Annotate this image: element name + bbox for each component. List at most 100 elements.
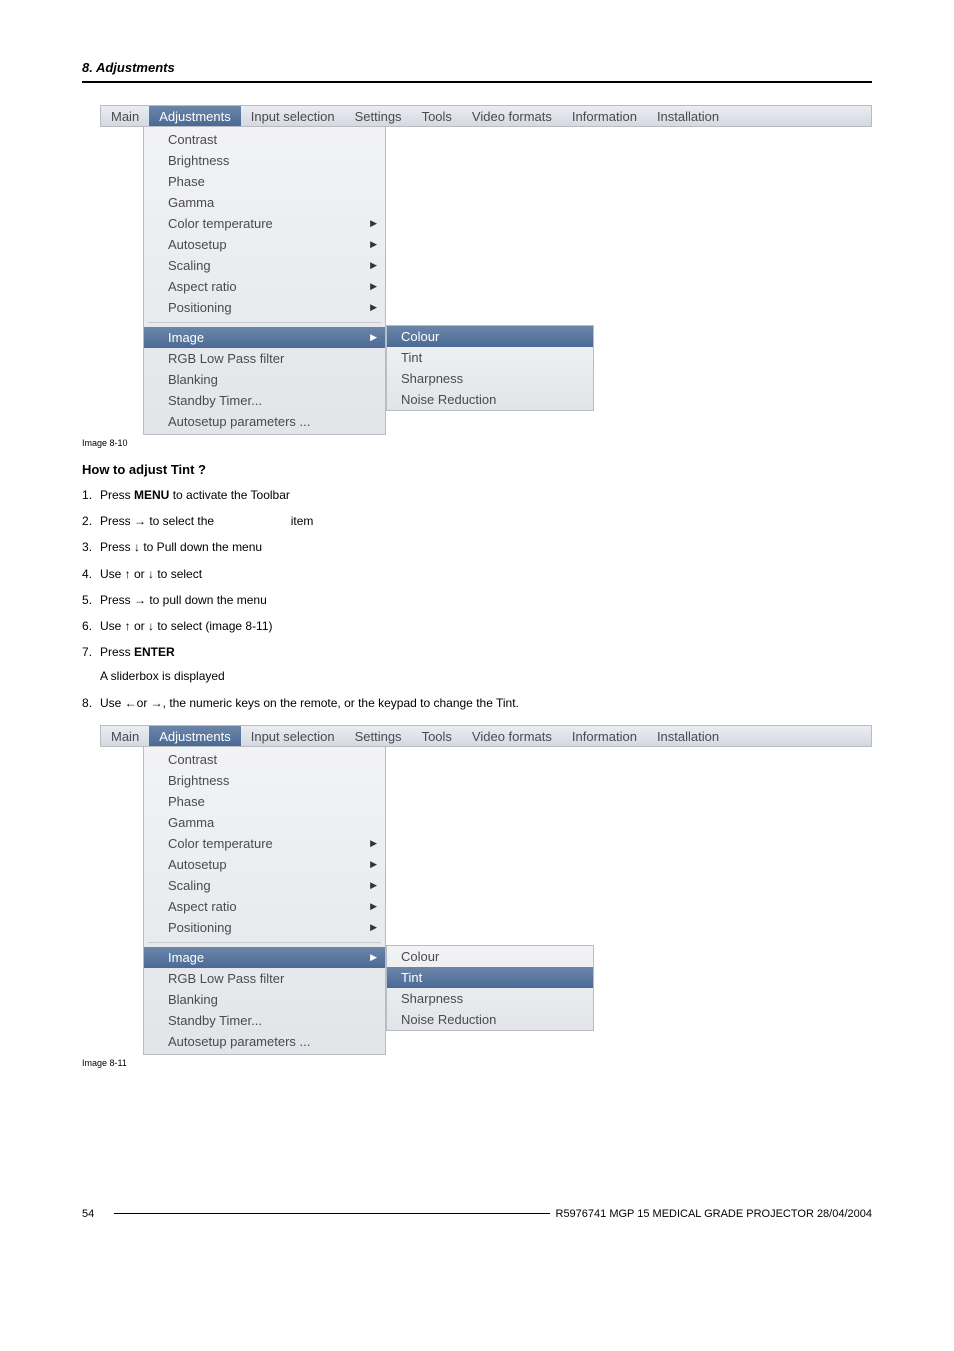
dd-label: Color temperature xyxy=(168,216,273,231)
dd-label: Positioning xyxy=(168,300,232,315)
header-rule xyxy=(82,81,872,83)
menubar-item-main[interactable]: Main xyxy=(101,106,149,126)
dd-image[interactable]: Image▶ xyxy=(144,327,385,348)
dd-phase[interactable]: Phase xyxy=(144,791,385,812)
submenu-arrow-icon: ▶ xyxy=(370,218,377,229)
menubar-item-input-selection[interactable]: Input selection xyxy=(241,106,345,126)
dd-gamma[interactable]: Gamma xyxy=(144,812,385,833)
sm-sharpness[interactable]: Sharpness xyxy=(387,988,593,1009)
sm-label: Sharpness xyxy=(401,991,463,1006)
sm-sharpness[interactable]: Sharpness xyxy=(387,368,593,389)
dd-rgb-low-pass[interactable]: RGB Low Pass filter xyxy=(144,348,385,369)
dd-standby-timer[interactable]: Standby Timer... xyxy=(144,390,385,411)
step-bold: MENU xyxy=(134,488,169,502)
menu-separator xyxy=(148,942,381,943)
dd-label: Image xyxy=(168,330,204,345)
menubar-item-adjustments[interactable]: Adjustments xyxy=(149,726,241,746)
dd-aspect-ratio[interactable]: Aspect ratio ▶ xyxy=(144,276,385,297)
menubar-item-input-selection[interactable]: Input selection xyxy=(241,726,345,746)
sm-label: Noise Reduction xyxy=(401,392,496,407)
dd-aspect-ratio[interactable]: Aspect ratio▶ xyxy=(144,896,385,917)
dd-positioning[interactable]: Positioning▶ xyxy=(144,297,385,318)
menubar-item-adjustments[interactable]: Adjustments xyxy=(149,106,241,126)
dd-contrast[interactable]: Contrast xyxy=(144,129,385,150)
dd-brightness[interactable]: Brightness xyxy=(144,150,385,171)
menubar-item-video-formats[interactable]: Video formats xyxy=(462,726,562,746)
dd-gamma[interactable]: Gamma xyxy=(144,192,385,213)
menubar-item-installation[interactable]: Installation xyxy=(647,726,729,746)
menubar-item-settings[interactable]: Settings xyxy=(345,726,412,746)
sm-tint[interactable]: Tint xyxy=(387,967,593,988)
dd-label: Autosetup xyxy=(168,857,227,872)
dd-scaling[interactable]: Scaling ▶ xyxy=(144,255,385,276)
menubar-item-main[interactable]: Main xyxy=(101,726,149,746)
sm-label: Noise Reduction xyxy=(401,1012,496,1027)
step-6: Use ↑ or ↓ to select (image 8-11) xyxy=(82,618,872,634)
sm-label: Tint xyxy=(401,350,422,365)
menubar-item-tools[interactable]: Tools xyxy=(412,726,462,746)
sm-label: Colour xyxy=(401,949,439,964)
submenu-arrow-icon: ▶ xyxy=(370,281,377,292)
step-7: Press ENTER A sliderbox is displayed xyxy=(82,644,872,684)
dd-color-temperature[interactable]: Color temperature▶ xyxy=(144,833,385,854)
step-text: to activate the Toolbar xyxy=(169,488,290,502)
dd-image[interactable]: Image▶ xyxy=(144,947,385,968)
menubar-item-information[interactable]: Information xyxy=(562,106,647,126)
submenu-arrow-icon: ▶ xyxy=(370,260,377,271)
menubar-item-video-formats[interactable]: Video formats xyxy=(462,106,562,126)
adjustments-dropdown: Contrast Brightness Phase Gamma Color te… xyxy=(143,747,386,1055)
menubar-item-settings[interactable]: Settings xyxy=(345,106,412,126)
dd-label: Blanking xyxy=(168,372,218,387)
dd-phase[interactable]: Phase xyxy=(144,171,385,192)
dd-label: Brightness xyxy=(168,773,229,788)
submenu-arrow-icon: ▶ xyxy=(370,880,377,891)
dd-contrast[interactable]: Contrast xyxy=(144,749,385,770)
dd-label: Aspect ratio xyxy=(168,279,237,294)
step-bold: ENTER xyxy=(134,645,175,659)
dd-label: Image xyxy=(168,950,204,965)
dd-label: Autosetup parameters ... xyxy=(168,414,310,429)
dd-label: Scaling xyxy=(168,878,211,893)
sm-tint[interactable]: Tint xyxy=(387,347,593,368)
menubar-item-tools[interactable]: Tools xyxy=(412,106,462,126)
submenu-arrow-icon: ▶ xyxy=(370,901,377,912)
image-caption-8-11: Image 8-11 xyxy=(82,1058,872,1068)
dd-label: Contrast xyxy=(168,752,217,767)
dd-rgb-low-pass[interactable]: RGB Low Pass filter xyxy=(144,968,385,989)
dd-autosetup[interactable]: Autosetup ▶ xyxy=(144,854,385,875)
dd-autosetup-params[interactable]: Autosetup parameters ... xyxy=(144,411,385,432)
submenu-arrow-icon: ▶ xyxy=(370,859,377,870)
dd-positioning[interactable]: Positioning▶ xyxy=(144,917,385,938)
dd-color-temperature[interactable]: Color temperature ▶ xyxy=(144,213,385,234)
step-1: Press MENU to activate the Toolbar xyxy=(82,487,872,503)
step-text: Press xyxy=(100,488,134,502)
instruction-list: Press MENU to activate the Toolbar Press… xyxy=(82,487,872,711)
dd-autosetup[interactable]: Autosetup▶ xyxy=(144,234,385,255)
chapter-heading: 8. Adjustments xyxy=(82,60,872,75)
howto-heading: How to adjust Tint ? xyxy=(82,462,872,477)
step-text: Press ↓ to Pull down the menu xyxy=(100,540,262,554)
menubar-item-information[interactable]: Information xyxy=(562,726,647,746)
sm-colour[interactable]: Colour xyxy=(387,326,593,347)
sm-colour[interactable]: Colour xyxy=(387,946,593,967)
step-text: Use ↑ or ↓ to select xyxy=(100,619,205,633)
sm-noise-reduction[interactable]: Noise Reduction xyxy=(387,1009,593,1030)
step-text: Press xyxy=(100,645,134,659)
sm-noise-reduction[interactable]: Noise Reduction xyxy=(387,389,593,410)
submenu-arrow-icon: ▶ xyxy=(370,838,377,849)
dd-standby-timer[interactable]: Standby Timer... xyxy=(144,1010,385,1031)
dd-label: Scaling xyxy=(168,258,211,273)
dd-brightness[interactable]: Brightness xyxy=(144,770,385,791)
dd-label: Phase xyxy=(168,794,205,809)
step-text: Use ↑ or ↓ to select xyxy=(100,567,202,581)
step-text: Press → to select the xyxy=(100,514,217,528)
step-4: Use ↑ or ↓ to select xyxy=(82,566,872,582)
menubar: Main Adjustments Input selection Setting… xyxy=(100,105,872,127)
dd-label: RGB Low Pass filter xyxy=(168,351,284,366)
menubar-item-installation[interactable]: Installation xyxy=(647,106,729,126)
dd-scaling[interactable]: Scaling ▶ xyxy=(144,875,385,896)
dd-blanking[interactable]: Blanking xyxy=(144,369,385,390)
dd-autosetup-params[interactable]: Autosetup parameters ... xyxy=(144,1031,385,1052)
step-text: Use ←or →, the numeric keys on the remot… xyxy=(100,696,519,710)
dd-blanking[interactable]: Blanking xyxy=(144,989,385,1010)
